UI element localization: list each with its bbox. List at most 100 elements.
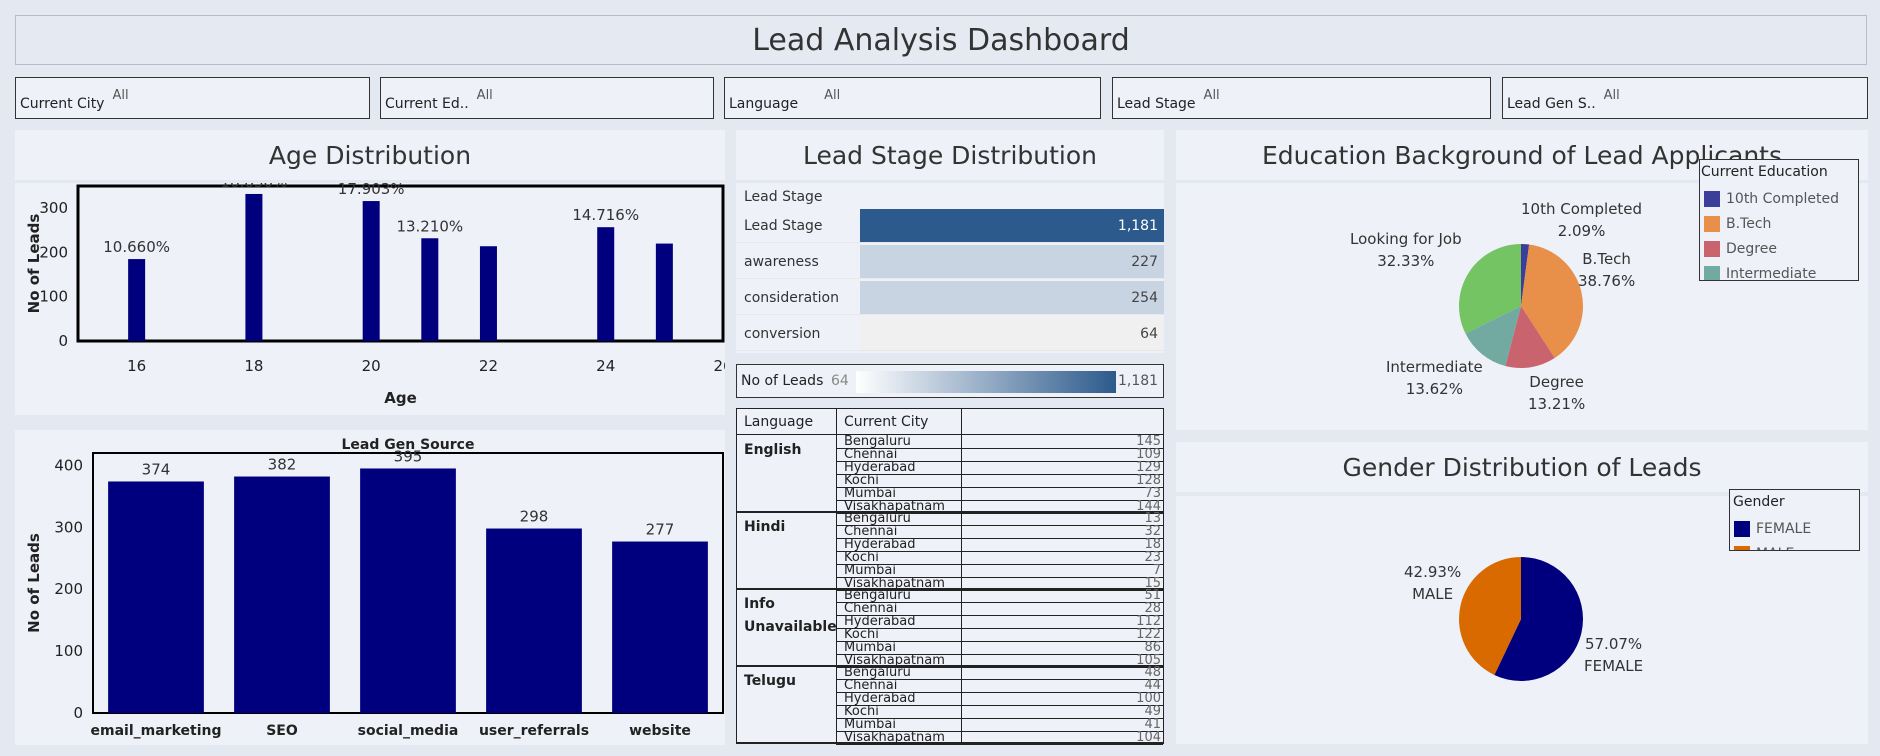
- y-tick-label: 0: [58, 332, 68, 350]
- city-cell: Hyderabad: [844, 692, 916, 705]
- legend-item[interactable]: 10th Completed: [1700, 186, 1858, 211]
- age-bar[interactable]: [479, 246, 497, 341]
- y-axis-label: No of Leads: [25, 533, 43, 633]
- no-of-leads-color-legend: No of Leads 64 1,181: [736, 364, 1164, 398]
- age-bar[interactable]: [362, 201, 380, 341]
- pie-label-female: 57.07% FEMALE: [1584, 635, 1644, 675]
- age-bar[interactable]: [128, 259, 146, 341]
- x-tick-label: 18: [244, 357, 263, 375]
- count-cell: 128: [1136, 473, 1161, 488]
- filter-lead-gen-source[interactable]: Lead Gen S.. All: [1502, 77, 1868, 119]
- lead-stage-label: Lead Stage: [744, 217, 823, 234]
- y-tick-label: 200: [54, 580, 83, 598]
- lead-stage-label: awareness: [744, 253, 819, 270]
- y-axis-label: No of Leads: [25, 214, 43, 314]
- legend-item[interactable]: Degree: [1700, 236, 1858, 261]
- filter-language[interactable]: Language All: [724, 77, 1101, 119]
- count-cell: 73: [1144, 486, 1161, 501]
- lead-stage-row[interactable]: Lead Stage 1,181: [736, 209, 1164, 243]
- gender-section-title: Gender Distribution of Leads: [1176, 442, 1868, 492]
- count-cell: 32: [1144, 524, 1161, 539]
- legend-item[interactable]: Intermediate: [1700, 261, 1858, 280]
- x-tick-label: 16: [127, 357, 146, 375]
- city-cell: Kochi: [844, 628, 879, 641]
- city-cell: Bengaluru: [844, 435, 911, 448]
- age-bar[interactable]: [245, 193, 263, 341]
- filter-label: Current Ed..: [385, 96, 469, 112]
- y-tick-label: 0: [73, 704, 83, 722]
- count-cell: 51: [1144, 588, 1161, 603]
- legend-item[interactable]: MALE: [1730, 541, 1859, 550]
- color-legend-min: 64: [831, 373, 849, 389]
- lead-stage-label: consideration: [744, 289, 839, 306]
- lead-gen-source-panel: Lead Gen Source 0 100 200 300 400 374 email_mar…: [15, 430, 725, 745]
- lead-stage-section-title: Lead Stage Distribution: [736, 130, 1164, 180]
- count-cell: 109: [1136, 447, 1161, 462]
- city-cell: Hyderabad: [844, 538, 916, 551]
- legend-swatch: [1734, 520, 1750, 537]
- city-cell: Mumbai: [844, 564, 896, 577]
- column-border: [736, 408, 737, 744]
- count-cell: 7: [1152, 563, 1161, 578]
- pie-label-10th-completed: 10th Completed 2.09%: [1521, 200, 1643, 240]
- y-tick-label: 400: [54, 456, 83, 474]
- header-current-city: Current City: [844, 414, 929, 430]
- education-legend-title: Current Education: [1701, 164, 1828, 180]
- y-tick-label: 100: [39, 288, 68, 306]
- color-legend-label: No of Leads: [741, 373, 824, 389]
- y-tick-label: 300: [54, 518, 83, 536]
- gender-legend-title: Gender: [1733, 494, 1785, 510]
- age-bar[interactable]: [655, 243, 673, 341]
- pie-label-looking-for-job: Looking for Job 32.33%: [1350, 230, 1462, 270]
- x-tick-label: 20: [362, 357, 381, 375]
- lead-source-bar[interactable]: [486, 528, 582, 713]
- x-axis-label: Age: [384, 389, 417, 407]
- city-cell: Chennai: [844, 679, 898, 692]
- language-city-table: Language Current City English Bengaluru 145 C…: [736, 408, 1164, 745]
- age-chart-panel: 0 100 200 300 16 18 20 22 24 26 10.660% 18.830% 17.9…: [15, 173, 733, 415]
- legend-item[interactable]: FEMALE: [1730, 516, 1859, 541]
- lead-source-bar[interactable]: [108, 481, 204, 713]
- education-pie-panel: Looking for Job 32.33% 10th Completed 2.09…: [1176, 159, 1868, 430]
- age-bar[interactable]: [597, 227, 615, 341]
- filter-current-city[interactable]: Current City All: [15, 77, 370, 119]
- age-bar-data-label: 18.830%: [221, 183, 288, 191]
- count-cell: 122: [1136, 627, 1161, 642]
- y-tick-label: 100: [54, 642, 83, 660]
- lead-stage-row[interactable]: consideration 254: [736, 281, 1164, 315]
- lead-source-bar[interactable]: [612, 541, 708, 713]
- lead-stage-table: Lead Stage Lead Stage 1,181 awareness 227 co…: [736, 183, 1164, 353]
- lead-stage-row[interactable]: conversion 64: [736, 317, 1164, 351]
- filter-label: Lead Stage: [1117, 96, 1196, 112]
- x-category-label: social_media: [358, 723, 459, 739]
- pie-label-intermediate: Intermediate 13.62%: [1386, 358, 1483, 398]
- city-cell: Bengaluru: [844, 666, 911, 679]
- dashboard-title: Lead Analysis Dashboard: [15, 15, 1867, 65]
- count-cell: 112: [1136, 614, 1161, 629]
- filter-label: Current City: [20, 96, 105, 112]
- legend-label: 10th Completed: [1726, 190, 1839, 207]
- filter-value: All: [112, 87, 129, 103]
- y-tick-label: 300: [39, 199, 68, 217]
- lead-stage-value-cell: 254: [860, 281, 1164, 314]
- lead-stage-row[interactable]: awareness 227: [736, 245, 1164, 279]
- filter-current-education[interactable]: Current Ed.. All: [380, 77, 714, 119]
- table-border: [736, 408, 1163, 409]
- lead-source-bar[interactable]: [234, 476, 330, 713]
- city-cell: Mumbai: [844, 718, 896, 731]
- x-category-label: email_marketing: [91, 723, 222, 739]
- x-category-label: website: [629, 723, 691, 739]
- language-group-label: Hindi: [744, 519, 786, 535]
- legend-item[interactable]: B.Tech: [1700, 211, 1858, 236]
- pie-label-male: 42.93% MALE: [1404, 563, 1462, 603]
- age-bar-data-label: 14.716%: [572, 206, 639, 224]
- filter-value: All: [824, 87, 841, 103]
- lead-source-bar[interactable]: [360, 468, 456, 713]
- city-cell: Kochi: [844, 705, 879, 718]
- pie-label-degree: Degree 13.21%: [1528, 373, 1586, 413]
- age-bar[interactable]: [421, 238, 439, 341]
- filter-lead-stage[interactable]: Lead Stage All: [1112, 77, 1491, 119]
- count-cell: 13: [1144, 511, 1161, 526]
- group-border: [736, 742, 1163, 744]
- x-tick-label: 26: [713, 357, 725, 375]
